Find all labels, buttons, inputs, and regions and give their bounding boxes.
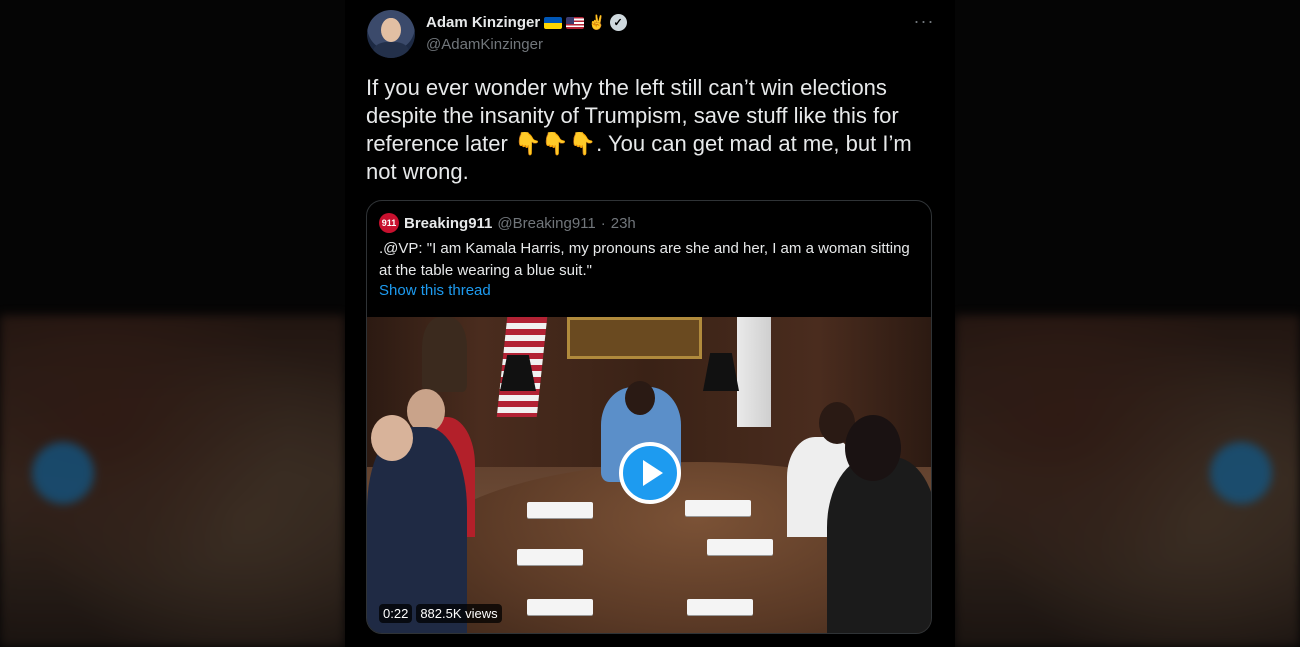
quoted-tweet-text: .@VP: "I am Kamala Harris, my pronouns a…	[379, 240, 910, 279]
pointing-down-emoji-icon: 👇👇👇	[513, 131, 597, 156]
show-this-thread-link[interactable]: Show this thread	[379, 282, 491, 299]
author-display-name[interactable]: Adam Kinzinger	[426, 14, 540, 31]
more-options-icon[interactable]: ···	[911, 10, 937, 36]
author-name-row[interactable]: Adam Kinzinger ✌️ ✓	[426, 14, 627, 31]
play-icon	[643, 460, 663, 486]
peace-sign-icon: ✌️	[588, 14, 606, 30]
play-button[interactable]	[619, 442, 681, 504]
blurred-backdrop-left	[0, 0, 345, 647]
us-flag-icon	[566, 16, 585, 29]
quoted-tweet-header: 911 Breaking911 @Breaking911 · 23h	[379, 213, 636, 233]
ukraine-flag-icon	[544, 16, 563, 29]
author-handle[interactable]: @AdamKinzinger	[426, 36, 543, 53]
verified-badge-icon: ✓	[609, 14, 627, 31]
video-player[interactable]: 0:22 882.5K views	[367, 317, 931, 633]
quoted-separator: ·	[600, 214, 606, 232]
avatar[interactable]	[367, 10, 415, 58]
quoted-handle: @Breaking911	[497, 214, 596, 232]
video-view-count: 882.5K views	[416, 604, 502, 623]
tweet: Adam Kinzinger ✌️ ✓ @AdamKinzinger ··· I…	[345, 0, 955, 647]
blurred-backdrop-right	[955, 0, 1300, 647]
quoted-timestamp: 23h	[610, 214, 636, 232]
quoted-display-name: Breaking911	[404, 214, 493, 232]
video-badges: 0:22 882.5K views	[379, 604, 502, 623]
quoted-avatar: 911	[379, 213, 399, 233]
tweet-text: If you ever wonder why the left still ca…	[366, 74, 936, 186]
video-duration: 0:22	[379, 604, 413, 623]
quoted-tweet-card[interactable]: 911 Breaking911 @Breaking911 · 23h .@VP:…	[366, 200, 932, 634]
